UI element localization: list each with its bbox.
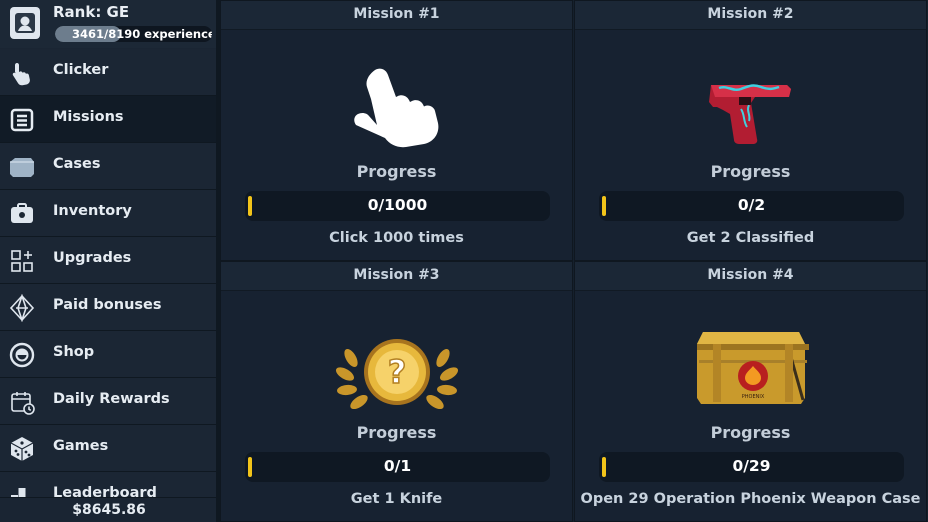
mission-header: Mission #1 xyxy=(221,1,572,30)
dice-icon xyxy=(8,435,36,463)
mission-description: Click 1000 times xyxy=(329,230,464,246)
mission-card: Mission #2 Progress 0/2 Get 2 Classified xyxy=(574,0,927,261)
progress-label: Progress xyxy=(710,162,791,181)
svg-text:PHOENIX: PHOENIX xyxy=(742,394,765,400)
calendar-icon xyxy=(8,388,36,416)
mission-description: Get 2 Classified xyxy=(686,230,815,246)
mission-card: Mission #1 Progress 0/1000 Click 1000 ti… xyxy=(220,0,573,261)
scroll-icon xyxy=(8,106,36,134)
sidebar-item-label: Paid bonuses xyxy=(53,297,162,313)
balance-panel: $8645.86 xyxy=(0,497,218,522)
sidebar-nav: Clicker Missions Cases Inventory Upgrade… xyxy=(0,49,216,497)
sidebar-item-label: Daily Rewards xyxy=(53,391,170,407)
mission-title: Mission #4 xyxy=(707,267,794,283)
sidebar-item-label: Inventory xyxy=(53,203,132,219)
mission-title: Mission #2 xyxy=(707,6,794,22)
progress-label: Progress xyxy=(710,423,791,442)
sidebar-item-missions[interactable]: Missions xyxy=(0,96,216,143)
hand-pointer-icon xyxy=(221,39,572,157)
mission-header: Mission #3 xyxy=(221,262,572,291)
progress-bar: 0/2 xyxy=(599,191,904,221)
avatar[interactable] xyxy=(10,7,40,39)
mission-description: Open 29 Operation Phoenix Weapon Case xyxy=(580,491,921,507)
leaderboard-icon xyxy=(8,482,36,497)
sidebar-item-cases[interactable]: Cases xyxy=(0,143,216,190)
sidebar-item-games[interactable]: Games xyxy=(0,425,216,472)
sidebar-item-label: Leaderboard xyxy=(53,485,157,497)
sidebar-item-paid-bonuses[interactable]: Paid bonuses xyxy=(0,284,216,331)
phoenix-case-icon: PHOENIX xyxy=(575,300,926,418)
upgrades-icon xyxy=(8,247,36,275)
sidebar-item-inventory[interactable]: Inventory xyxy=(0,190,216,237)
progress-bar: 0/29 xyxy=(599,452,904,482)
pistol-icon xyxy=(575,39,926,157)
progress-value: 0/2 xyxy=(737,196,766,214)
mission-card: Mission #3 ? Progress 0/1 Get 1 Knife xyxy=(220,261,573,522)
sidebar-item-upgrades[interactable]: Upgrades xyxy=(0,237,216,284)
inventory-icon xyxy=(8,200,36,228)
progress-label: Progress xyxy=(356,162,437,181)
progress-value: 0/1000 xyxy=(367,196,428,214)
shop-icon xyxy=(8,341,36,369)
sidebar-item-label: Games xyxy=(53,438,109,454)
rank-panel: Rank: GE 3461/8190 experience xyxy=(0,0,218,48)
sidebar-item-label: Shop xyxy=(53,344,95,360)
diamond-icon xyxy=(8,294,36,322)
balance: $8645.86 xyxy=(72,502,146,518)
svg-text:?: ? xyxy=(388,353,407,391)
experience-bar: 3461/8190 experience xyxy=(55,26,212,42)
rank-title: Rank: GE xyxy=(53,3,130,21)
progress-bar: 0/1 xyxy=(245,452,550,482)
sidebar-item-daily-rewards[interactable]: Daily Rewards xyxy=(0,378,216,425)
mission-description: Get 1 Knife xyxy=(350,491,443,507)
sidebar-item-label: Clicker xyxy=(53,62,109,78)
sidebar-item-label: Upgrades xyxy=(53,250,132,266)
hand-pointer-icon xyxy=(8,59,36,87)
case-icon xyxy=(8,153,36,181)
sidebar-item-label: Missions xyxy=(53,109,124,125)
sidebar-item-label: Cases xyxy=(53,156,101,172)
progress-value: 0/29 xyxy=(732,457,771,475)
experience-text: 3461/8190 experience xyxy=(72,27,212,41)
mission-header: Mission #4 xyxy=(575,262,926,291)
mission-title: Mission #1 xyxy=(353,6,440,22)
mission-title: Mission #3 xyxy=(353,267,440,283)
mission-card: Mission #4 PHOENIX Progress 0/29 Open 29… xyxy=(574,261,927,522)
sidebar-item-leaderboard[interactable]: Leaderboard xyxy=(0,472,216,497)
mission-header: Mission #2 xyxy=(575,1,926,30)
sidebar: Rank: GE 3461/8190 experience Clicker Mi… xyxy=(0,0,218,522)
progress-value: 0/1 xyxy=(383,457,412,475)
user-icon xyxy=(15,13,35,33)
sidebar-item-shop[interactable]: Shop xyxy=(0,331,216,378)
mystery-medal-icon: ? xyxy=(221,300,572,418)
progress-label: Progress xyxy=(356,423,437,442)
progress-bar: 0/1000 xyxy=(245,191,550,221)
sidebar-item-clicker[interactable]: Clicker xyxy=(0,49,216,96)
